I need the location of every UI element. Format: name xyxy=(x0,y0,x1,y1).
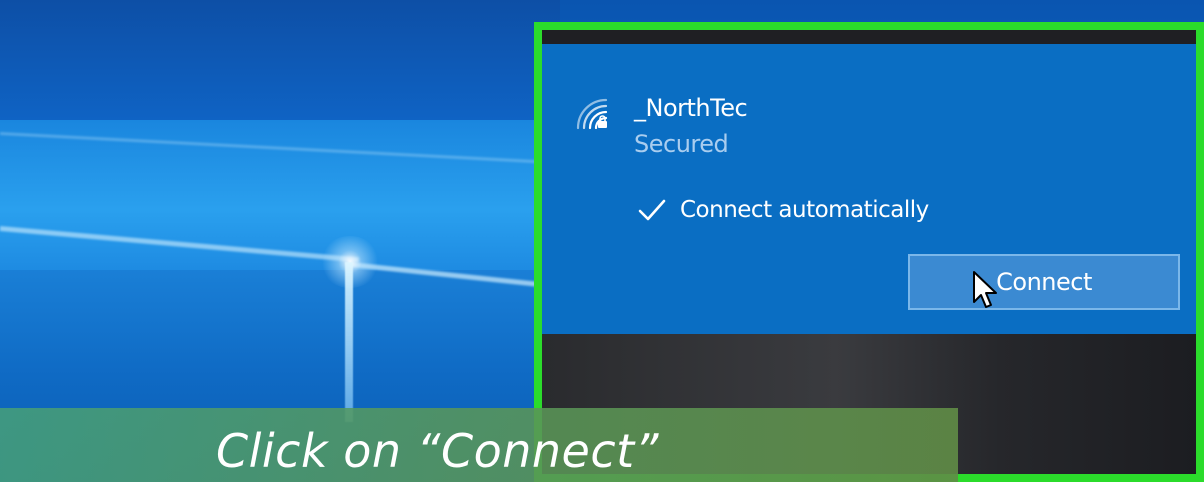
checkmark-icon xyxy=(634,192,670,228)
network-status: Secured xyxy=(634,130,729,158)
wallpaper-middle xyxy=(0,120,560,270)
wifi-icon xyxy=(572,94,612,134)
mouse-pointer-icon xyxy=(972,270,1000,310)
connect-automatically-checkbox[interactable]: Connect automatically xyxy=(634,192,929,228)
wallpaper-top xyxy=(0,0,560,120)
connect-button[interactable]: Connect xyxy=(908,254,1180,310)
network-list-item[interactable]: _NorthTec Secured Connect automatically … xyxy=(542,44,1196,334)
caption-text: Click on “Connect” xyxy=(216,424,660,478)
instruction-caption: Click on “Connect” xyxy=(0,408,958,482)
desktop-screen: _NorthTec Secured Connect automatically … xyxy=(0,0,1204,482)
network-name: _NorthTec xyxy=(634,94,748,122)
connect-automatically-label: Connect automatically xyxy=(680,197,929,223)
wallpaper-light-pillar xyxy=(345,262,353,422)
